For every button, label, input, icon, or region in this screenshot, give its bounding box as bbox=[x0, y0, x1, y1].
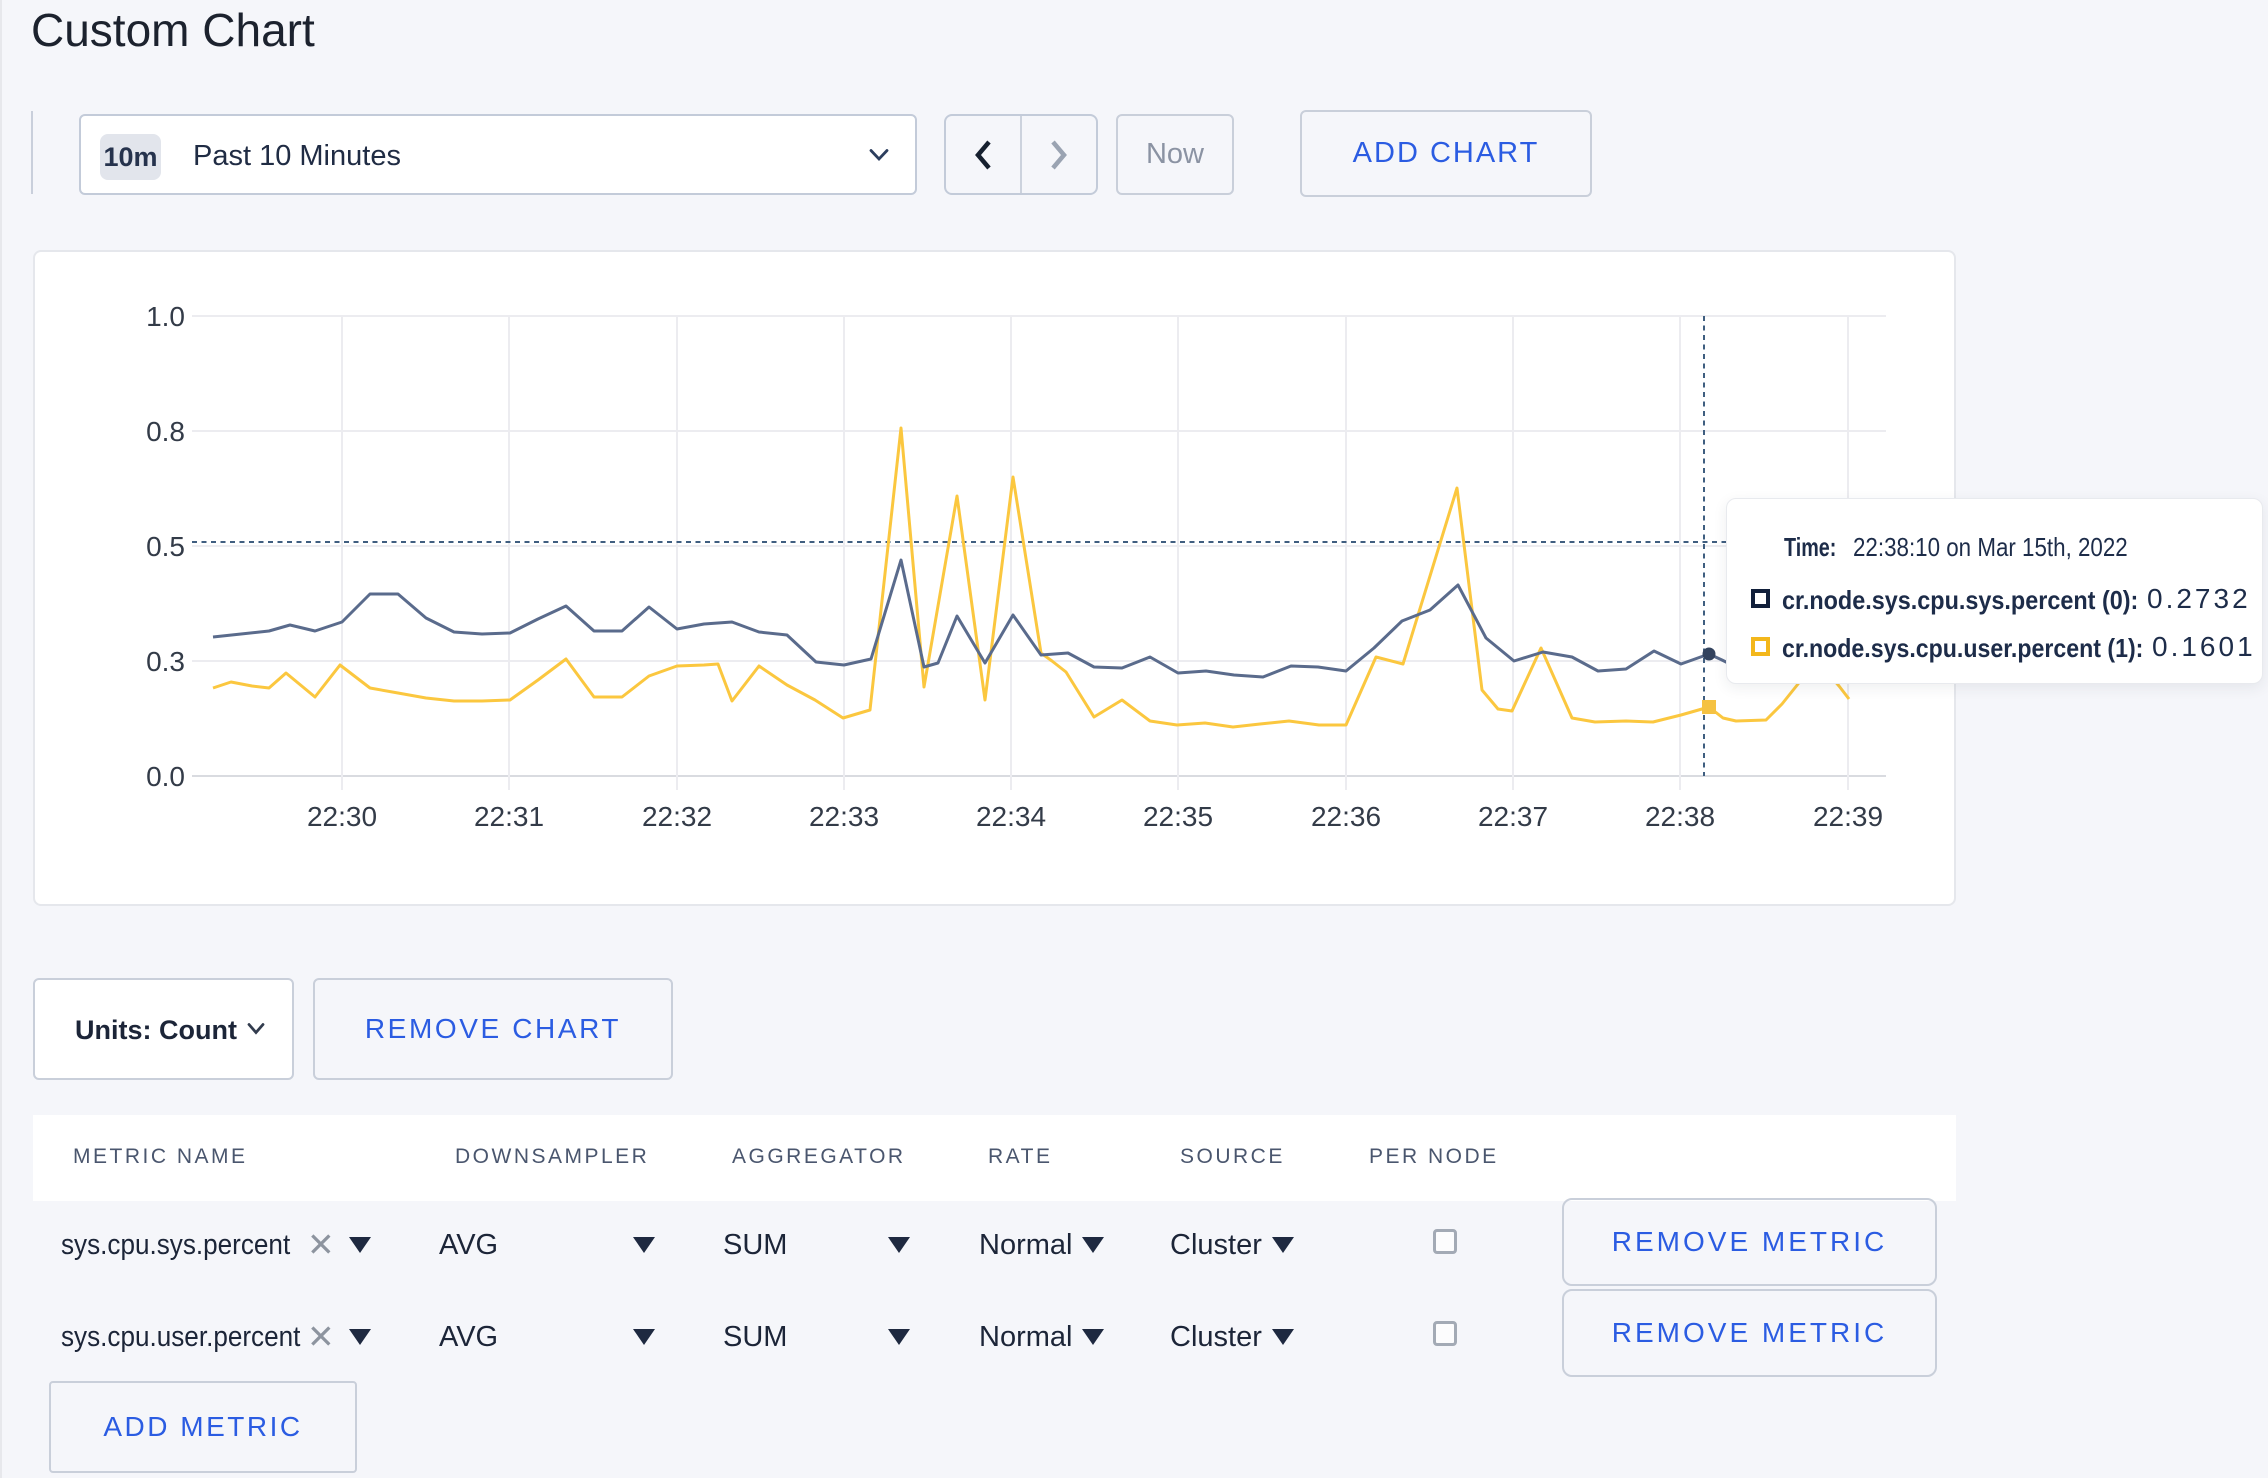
svg-text:0.3: 0.3 bbox=[146, 646, 185, 677]
svg-text:22:39: 22:39 bbox=[1813, 801, 1883, 832]
svg-text:22:31: 22:31 bbox=[474, 801, 544, 832]
svg-text:0.5: 0.5 bbox=[146, 531, 185, 562]
svg-text:22:30: 22:30 bbox=[307, 801, 377, 832]
svg-text:22:32: 22:32 bbox=[642, 801, 712, 832]
svg-text:0.8: 0.8 bbox=[146, 416, 185, 447]
svg-text:22:38: 22:38 bbox=[1645, 801, 1715, 832]
svg-text:0.0: 0.0 bbox=[146, 761, 185, 792]
svg-text:22:35: 22:35 bbox=[1143, 801, 1213, 832]
svg-text:22:37: 22:37 bbox=[1478, 801, 1548, 832]
svg-text:22:34: 22:34 bbox=[976, 801, 1046, 832]
svg-text:1.0: 1.0 bbox=[146, 301, 185, 332]
svg-text:22:33: 22:33 bbox=[809, 801, 879, 832]
svg-text:22:36: 22:36 bbox=[1311, 801, 1381, 832]
